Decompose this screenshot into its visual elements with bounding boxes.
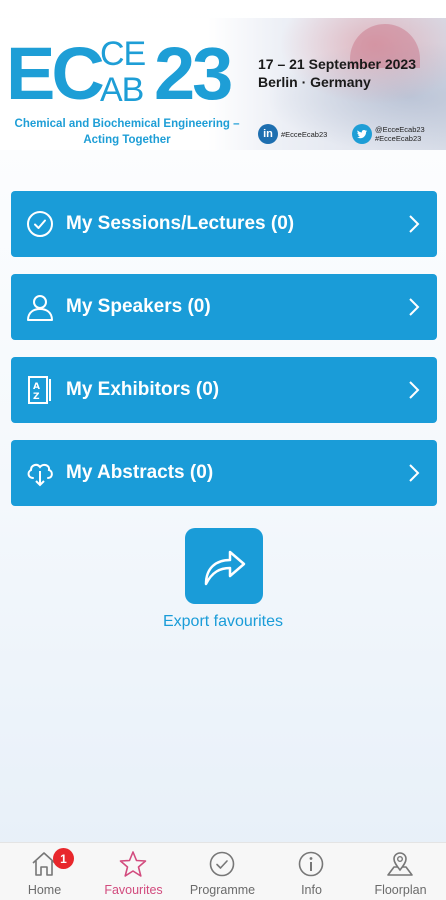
chevron-right-icon [409,464,420,482]
menu-label-text: My Speakers [66,296,183,317]
nav-label: Info [301,883,322,897]
clock-icon [27,211,53,237]
banner-tagline: Chemical and Biochemical Engineering – A… [0,116,254,148]
tagline-line-1: Chemical and Biochemical Engineering – [14,118,240,130]
linkedin-icon: in [258,124,278,144]
linkedin-handle: #EcceEcab23 [281,129,328,139]
nav-home[interactable]: 1 Home [0,843,89,900]
logo-year: 23 [154,32,233,115]
az-list-icon: A Z [28,376,51,404]
menu-label: My Exhibitors0 [66,379,403,401]
conference-logo: EC CE AB 23 [6,34,250,114]
menu-my-abstracts[interactable]: My Abstracts0 [11,440,437,506]
svg-text:Z: Z [33,392,40,402]
nav-label: Programme [189,883,256,897]
linkedin-tag: in #EcceEcab23 [258,124,327,144]
chevron-right-icon [409,215,420,233]
banner-dates: 17 – 21 September 2023 [258,56,416,72]
map-pin-icon [387,852,413,876]
star-icon [119,851,147,877]
nav-label: Favourites [104,883,163,897]
bottom-navigation: 1 Home Favourites Programme Info Floorpl… [0,842,446,900]
chevron-right-icon [409,298,420,316]
notification-badge: 1 [53,848,74,869]
export-favourites-label[interactable]: Export favourites [0,613,446,631]
twitter-tag: @EcceEcab23 #EcceEcab23 [352,124,425,144]
menu-count: 0 [266,213,295,234]
twitter-icon [352,124,372,144]
cloud-download-icon [27,463,53,487]
export-favourites-button[interactable] [185,528,263,604]
menu-label-text: My Sessions/Lectures [66,213,266,234]
nav-favourites[interactable]: Favourites [89,843,178,900]
menu-label: My Speakers0 [66,296,403,318]
nav-label: Home [27,883,62,897]
menu-label-text: My Exhibitors [66,379,191,400]
menu-count: 0 [185,462,214,483]
nav-programme[interactable]: Programme [178,843,267,900]
menu-my-sessions-lectures[interactable]: My Sessions/Lectures0 [11,191,437,257]
menu-count: 0 [191,379,220,400]
nav-label: Floorplan [374,883,427,897]
menu-my-exhibitors[interactable]: A Z My Exhibitors0 [11,357,437,423]
info-icon [298,851,324,877]
logo-ec: EC [6,32,105,115]
twitter-handle-1: @EcceEcab23 [375,125,425,134]
twitter-handles: @EcceEcab23 #EcceEcab23 [375,125,425,143]
banner-location: Berlin · Germany [258,74,371,90]
menu-label: My Sessions/Lectures0 [66,213,403,235]
menu-label: My Abstracts0 [66,462,403,484]
menu-label-text: My Abstracts [66,462,185,483]
svg-text:A: A [33,382,40,392]
menu-count: 0 [182,296,211,317]
nav-info[interactable]: Info [267,843,356,900]
menu-my-speakers[interactable]: My Speakers0 [11,274,437,340]
chevron-right-icon [409,381,420,399]
nav-floorplan[interactable]: Floorplan [356,843,445,900]
logo-ab: AB [100,71,144,109]
logo-ce: CE [100,35,146,73]
conference-banner: EC CE AB 23 Chemical and Biochemical Eng… [0,18,446,150]
share-arrow-icon [204,550,246,586]
clock-icon [209,851,235,877]
twitter-handle-2: #EcceEcab23 [375,134,422,143]
user-icon [27,295,53,321]
tagline-line-2: Acting Together [83,134,171,146]
